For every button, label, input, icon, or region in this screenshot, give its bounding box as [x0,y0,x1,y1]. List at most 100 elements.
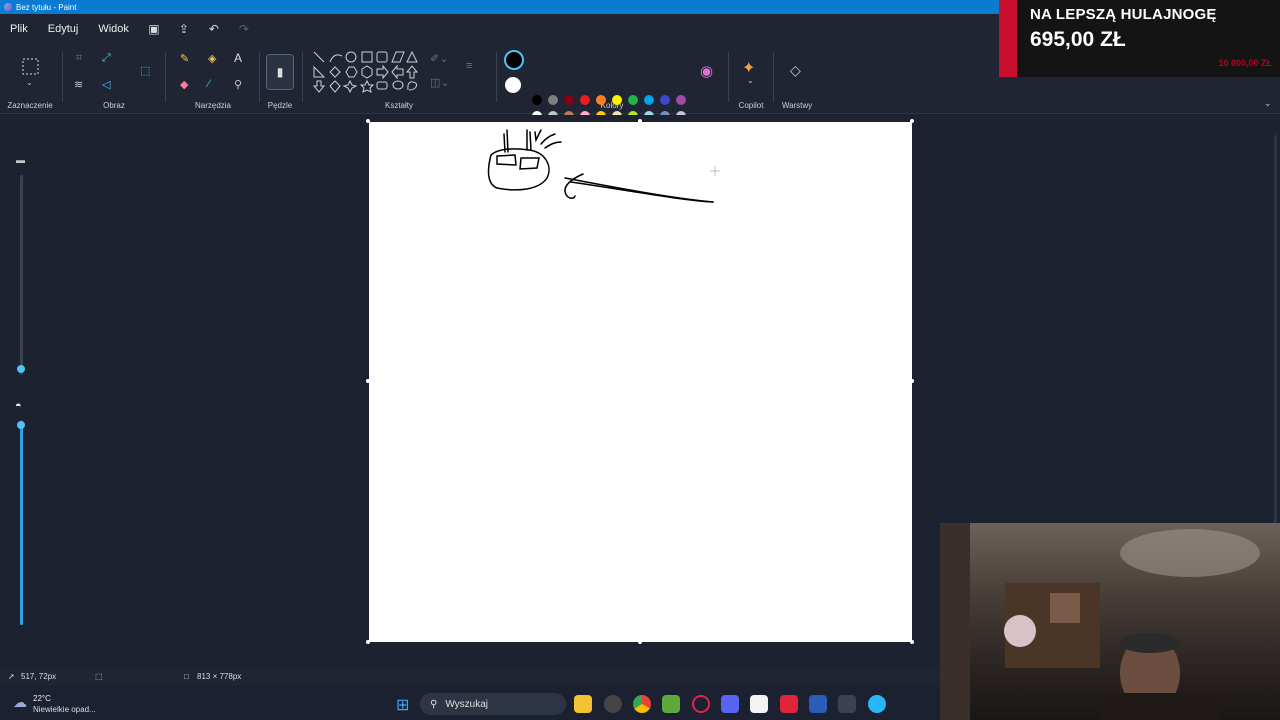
paint-icon[interactable] [868,695,886,713]
shapes-group-label: Kształty [384,101,413,110]
layers-group-label: Warstwy [781,101,813,110]
palette-color-swatch[interactable] [660,95,670,105]
undo-icon[interactable]: ↶ [199,22,229,36]
selection-size-icon: ⬚ [95,671,103,681]
opacity-knob[interactable] [17,421,25,429]
crop-icon[interactable]: ⌗ [76,52,82,65]
drawing-strokes [487,129,720,203]
palette-color-swatch[interactable] [548,95,558,105]
word-icon[interactable] [809,695,827,713]
layers-group: ◇ Warstwy [774,44,820,114]
canvas-resize-handle[interactable] [910,119,914,123]
rotate-icon[interactable]: ≋ [74,78,83,91]
image-group: ⌗ ⤢ ≋ ◁ ⬚ Obraz [64,44,164,114]
copilot-group-label: Copilot [738,101,764,110]
color-picker-icon[interactable]: ⁄ [208,78,210,90]
canvas-resize-handle[interactable] [910,640,914,644]
canvas-resize-handle[interactable] [366,119,370,123]
palette-color-swatch[interactable] [628,95,638,105]
copilot-icon[interactable]: ✦ [742,58,755,78]
webcam-feed [940,523,1280,720]
eraser-icon[interactable]: ◆ [180,78,188,91]
search-icon: ⚲ [430,698,438,710]
palette-color-swatch[interactable] [612,95,622,105]
palette-color-swatch[interactable] [564,95,574,105]
palette-color-swatch[interactable] [644,95,654,105]
opacity-icon: ◓ [15,400,22,412]
select-rectangle-icon[interactable] [22,58,39,75]
start-icon[interactable]: ⊞ [396,695,409,715]
brush-size-icon: ▬ [16,155,25,165]
menu-edit[interactable]: Edytuj [38,23,89,35]
primary-color[interactable] [504,50,524,70]
canvas-resize-handle[interactable] [366,640,370,644]
calculator-icon[interactable] [838,695,856,713]
cursor-position: 517, 72px [21,671,57,681]
copilot-chevron-icon[interactable]: ⌄ [747,76,754,85]
secondary-color[interactable] [505,77,521,93]
file-explorer-icon[interactable] [574,695,592,713]
shapes-gallery[interactable] [312,50,422,96]
pencil-icon[interactable]: ✎ [180,52,189,65]
app-icon[interactable] [662,695,680,713]
edit-colors-icon[interactable]: ◉ [700,62,713,80]
obs-icon[interactable] [604,695,622,713]
palette-color-swatch[interactable] [596,95,606,105]
tools-group: ✎ ◈ A ◆ ⁄ ⚲ Narzędzia [168,44,258,114]
menu-view[interactable]: Widok [88,23,139,35]
colors-group: Kolory [496,44,728,114]
weather-temp: 22°C [33,694,51,703]
palette-color-swatch[interactable] [580,95,590,105]
tools-group-label: Narzędzia [194,101,231,110]
canvas-resize-handle[interactable] [638,640,642,644]
brush-size-knob[interactable] [17,365,25,373]
donation-goal-overlay: NA LEPSZĄ HULAJNOGĘ 695,00 ZŁ 10 000,00 … [999,0,1280,77]
redo-icon[interactable]: ↷ [229,22,259,36]
brush-size-slider[interactable] [20,175,23,375]
text-icon[interactable]: A [234,51,242,65]
ribbon-collapse-icon[interactable]: ⌄ [1264,98,1272,109]
window-title: Bez tytułu - Paint [16,2,77,12]
palette-color-swatch[interactable] [676,95,686,105]
fill-icon[interactable]: ◈ [208,52,216,65]
opera-icon[interactable] [692,695,710,713]
fill-style-icon[interactable]: ◫⌄ [430,76,450,89]
app-icon[interactable] [780,695,798,713]
flip-icon[interactable]: ◁ [102,78,110,91]
weather-icon[interactable]: ☁ [13,694,27,711]
image-select-icon[interactable]: ⬚ [140,64,150,77]
layers-icon[interactable]: ◇ [790,62,801,79]
brushes-group: ▮ Pędzle [260,44,300,114]
palette-color-swatch[interactable] [532,95,542,105]
resize-icon[interactable]: ⤢ [102,52,111,65]
image-group-label: Obraz [103,101,125,110]
opacity-slider-fill [20,425,23,625]
drawing-canvas[interactable] [369,122,912,642]
menu-file[interactable]: Plik [0,23,38,35]
selection-group: ⌄ Zaznaczenie [0,44,60,114]
canvas-resize-handle[interactable] [910,379,914,383]
outline-icon[interactable]: ✐⌄ [430,52,448,65]
donation-title: NA LEPSZĄ HULAJNOGĘ [1030,6,1217,23]
chrome-icon[interactable] [633,695,651,713]
brush-icon[interactable]: ▮ [266,54,294,90]
canvas-size: 813 × 778px [197,671,242,681]
chevron-down-icon[interactable]: ⌄ [26,78,33,87]
size-icon[interactable]: ≡ [466,60,472,72]
canvas-resize-handle[interactable] [366,379,370,383]
donation-goal: 10 000,00 ZŁ [1218,58,1272,68]
selection-group-label: Zaznaczenie [7,101,53,110]
shapes-group: ✐⌄ ◫⌄ ≡ Kształty [304,44,494,114]
search-input[interactable]: ⚲ Wyszukaj [420,693,566,715]
paint-app-icon [4,3,12,11]
app-icon[interactable] [750,695,768,713]
canvas-resize-handle[interactable] [638,119,642,123]
search-placeholder: Wyszukaj [445,698,489,710]
brushes-group-label: Pędzle [267,101,293,110]
magnifier-icon[interactable]: ⚲ [234,78,242,91]
donation-amount: 695,00 ZŁ [1030,28,1126,51]
share-icon[interactable]: ⇪ [169,22,199,36]
save-icon[interactable]: ▣ [139,22,169,36]
cursor-icon: ➚ [8,671,15,681]
discord-icon[interactable] [721,695,739,713]
